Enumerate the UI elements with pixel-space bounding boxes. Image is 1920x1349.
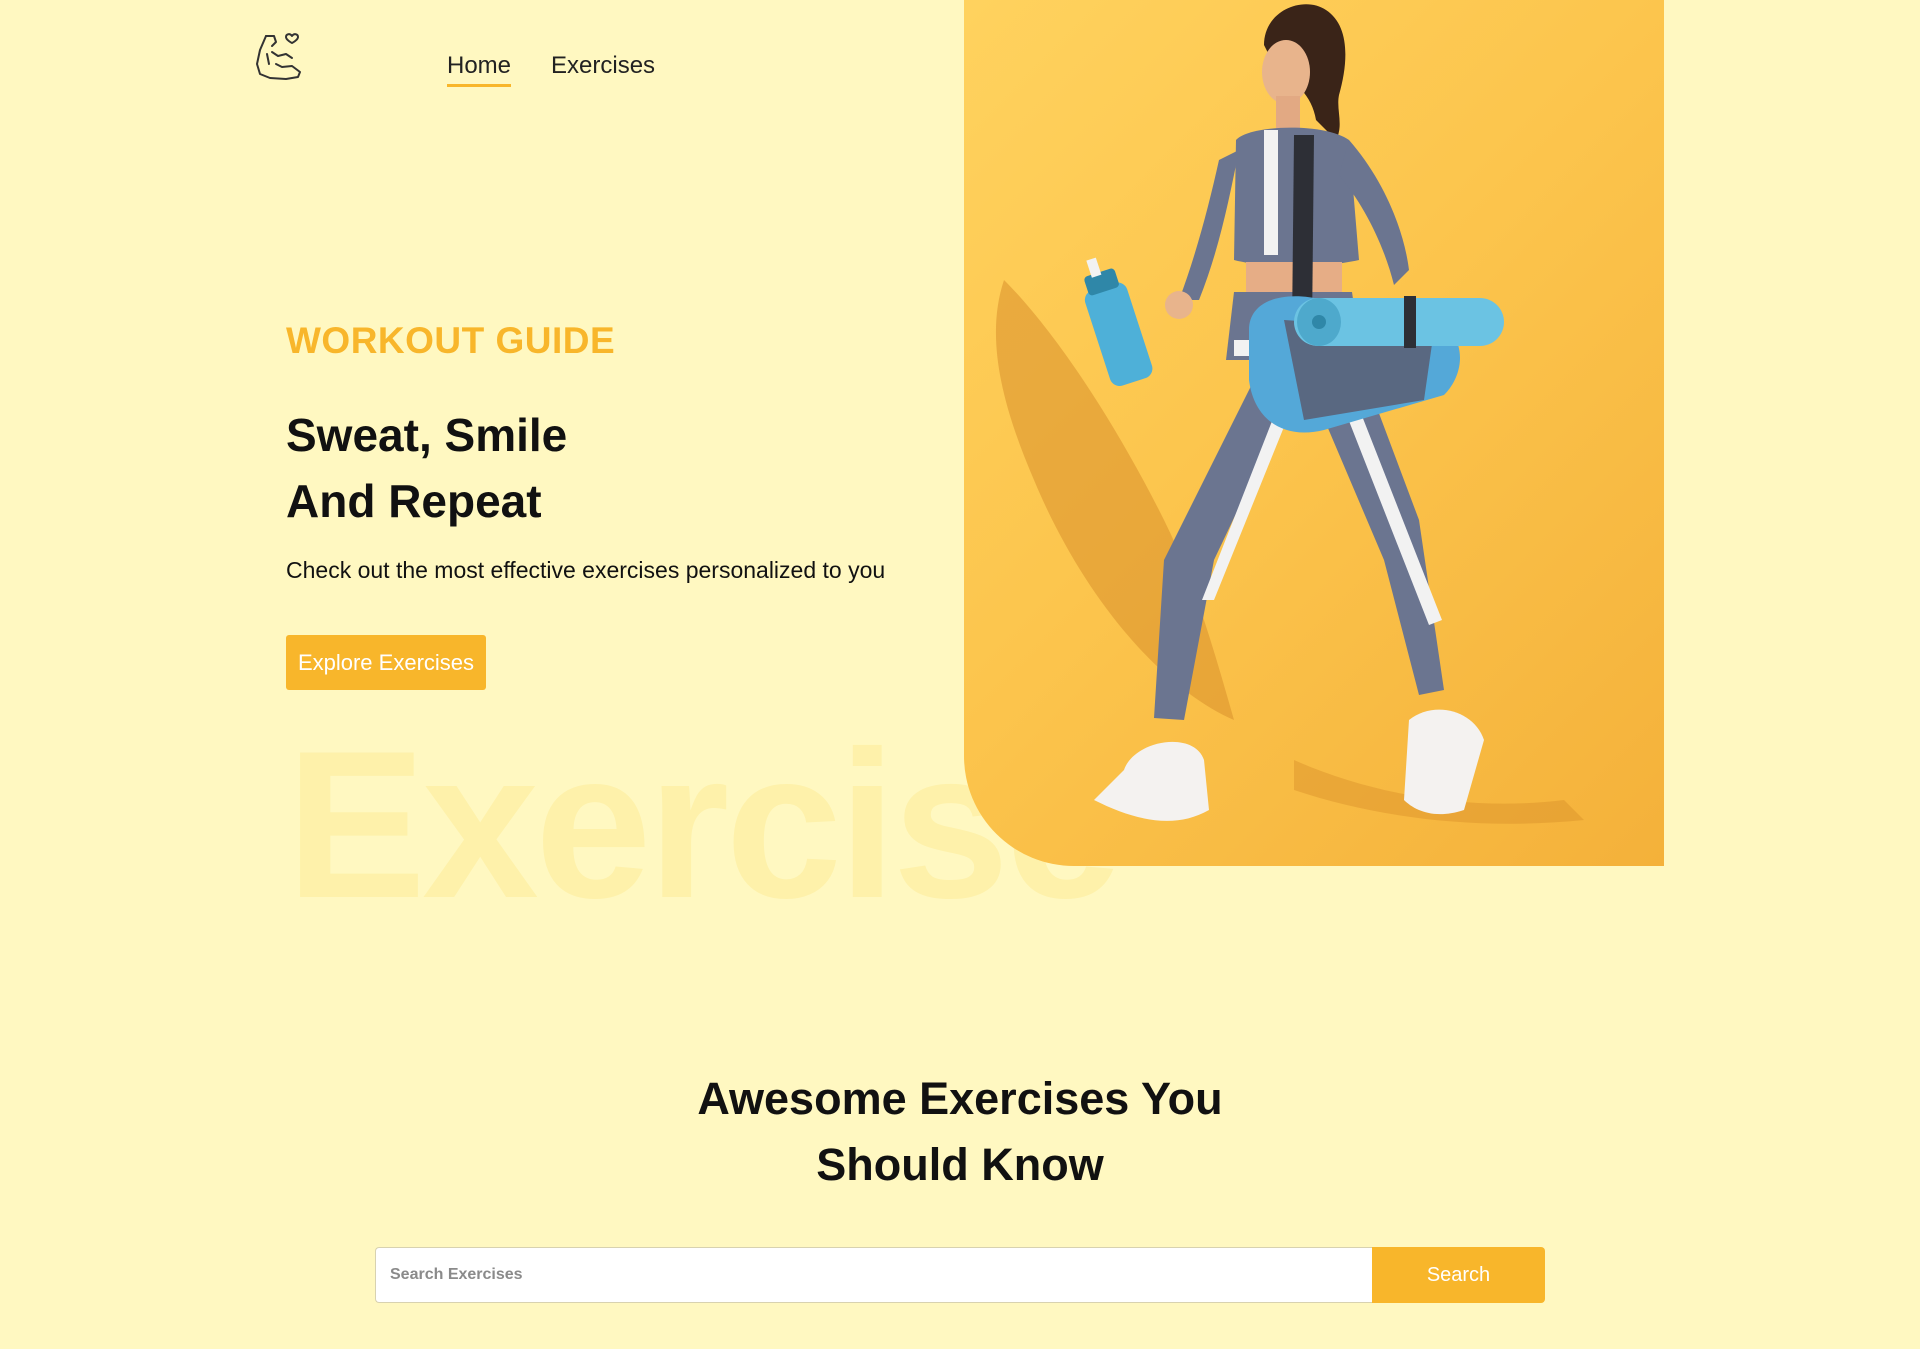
nav-home-link[interactable]: Home bbox=[447, 52, 512, 87]
search-button[interactable]: Search bbox=[1372, 1247, 1545, 1303]
hero-eyebrow: WORKOUT GUIDE bbox=[286, 320, 616, 361]
exercises-section-title-line1: Awesome Exercises You bbox=[697, 1073, 1223, 1124]
hero-subtext: Check out the most effective exercises p… bbox=[286, 557, 886, 583]
explore-exercises-button[interactable]: Explore Exercises bbox=[286, 635, 486, 690]
logo-icon[interactable] bbox=[252, 28, 308, 84]
hero-headline-line2: And Repeat bbox=[286, 475, 542, 527]
hero-headline: Sweat, Smile And Repeat bbox=[286, 402, 567, 534]
exercises-section-title: Awesome Exercises You Should Know bbox=[0, 1066, 1920, 1198]
hero-banner-image bbox=[964, 0, 1664, 866]
search-bar: Search bbox=[375, 1247, 1545, 1303]
main-nav: Home Exercises bbox=[447, 52, 655, 87]
nav-exercises-link[interactable]: Exercises bbox=[551, 52, 655, 87]
exercises-section-title-line2: Should Know bbox=[816, 1139, 1104, 1190]
search-input[interactable] bbox=[375, 1247, 1372, 1303]
hero-headline-line1: Sweat, Smile bbox=[286, 409, 568, 461]
